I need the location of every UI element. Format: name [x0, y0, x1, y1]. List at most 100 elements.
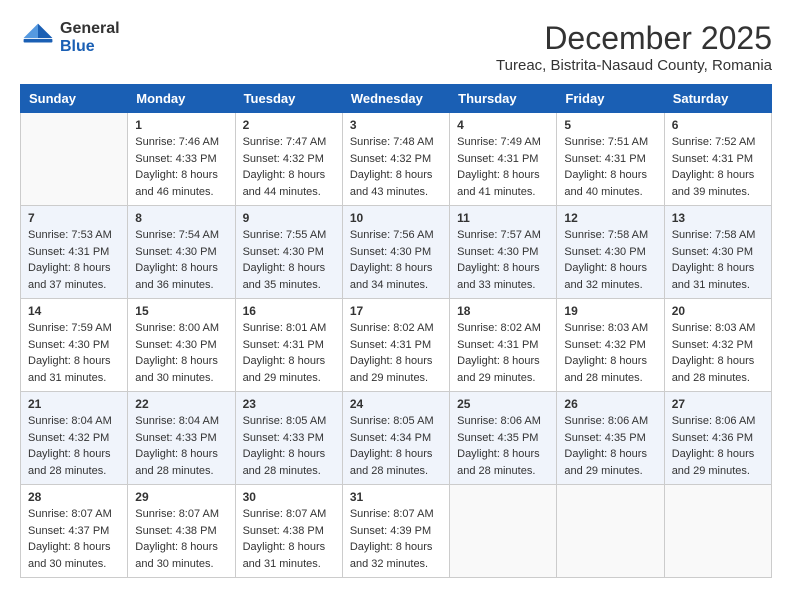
sunrise-text: Sunrise: 7:47 AM [243, 134, 335, 151]
sunrise-text: Sunrise: 8:07 AM [243, 506, 335, 523]
calendar-cell: 11 Sunrise: 7:57 AM Sunset: 4:30 PM Dayl… [450, 206, 557, 299]
daylight-text: Daylight: 8 hours and 41 minutes. [457, 167, 549, 200]
daylight-text: Daylight: 8 hours and 40 minutes. [564, 167, 656, 200]
day-number: 24 [350, 397, 442, 411]
calendar-cell: 9 Sunrise: 7:55 AM Sunset: 4:30 PM Dayli… [235, 206, 342, 299]
day-number: 28 [28, 490, 120, 504]
day-number: 25 [457, 397, 549, 411]
calendar-cell: 8 Sunrise: 7:54 AM Sunset: 4:30 PM Dayli… [128, 206, 235, 299]
sunset-text: Sunset: 4:35 PM [564, 430, 656, 447]
sunset-text: Sunset: 4:30 PM [457, 244, 549, 261]
day-info: Sunrise: 7:46 AM Sunset: 4:33 PM Dayligh… [135, 134, 227, 200]
daylight-text: Daylight: 8 hours and 28 minutes. [672, 353, 764, 386]
sunset-text: Sunset: 4:38 PM [135, 523, 227, 540]
daylight-text: Daylight: 8 hours and 31 minutes. [672, 260, 764, 293]
sunset-text: Sunset: 4:32 PM [672, 337, 764, 354]
calendar-week-row: 14 Sunrise: 7:59 AM Sunset: 4:30 PM Dayl… [21, 299, 772, 392]
sunrise-text: Sunrise: 7:56 AM [350, 227, 442, 244]
calendar-cell: 24 Sunrise: 8:05 AM Sunset: 4:34 PM Dayl… [342, 392, 449, 485]
day-info: Sunrise: 8:00 AM Sunset: 4:30 PM Dayligh… [135, 320, 227, 386]
sunset-text: Sunset: 4:38 PM [243, 523, 335, 540]
calendar-table: SundayMondayTuesdayWednesdayThursdayFrid… [20, 84, 772, 578]
sunset-text: Sunset: 4:30 PM [135, 337, 227, 354]
daylight-text: Daylight: 8 hours and 30 minutes. [135, 539, 227, 572]
day-number: 11 [457, 211, 549, 225]
sunrise-text: Sunrise: 7:54 AM [135, 227, 227, 244]
calendar-cell: 17 Sunrise: 8:02 AM Sunset: 4:31 PM Dayl… [342, 299, 449, 392]
day-info: Sunrise: 8:03 AM Sunset: 4:32 PM Dayligh… [564, 320, 656, 386]
daylight-text: Daylight: 8 hours and 28 minutes. [243, 446, 335, 479]
sunrise-text: Sunrise: 8:06 AM [564, 413, 656, 430]
sunrise-text: Sunrise: 8:03 AM [672, 320, 764, 337]
day-info: Sunrise: 7:58 AM Sunset: 4:30 PM Dayligh… [564, 227, 656, 293]
calendar-cell: 28 Sunrise: 8:07 AM Sunset: 4:37 PM Dayl… [21, 485, 128, 578]
day-number: 26 [564, 397, 656, 411]
weekday-header: Tuesday [235, 85, 342, 113]
calendar-cell [664, 485, 771, 578]
sunrise-text: Sunrise: 7:58 AM [564, 227, 656, 244]
calendar-week-row: 28 Sunrise: 8:07 AM Sunset: 4:37 PM Dayl… [21, 485, 772, 578]
daylight-text: Daylight: 8 hours and 30 minutes. [28, 539, 120, 572]
weekday-header: Wednesday [342, 85, 449, 113]
day-number: 31 [350, 490, 442, 504]
sunset-text: Sunset: 4:34 PM [350, 430, 442, 447]
weekday-header: Saturday [664, 85, 771, 113]
day-number: 3 [350, 118, 442, 132]
day-info: Sunrise: 8:07 AM Sunset: 4:37 PM Dayligh… [28, 506, 120, 572]
sunset-text: Sunset: 4:31 PM [350, 337, 442, 354]
calendar-cell: 21 Sunrise: 8:04 AM Sunset: 4:32 PM Dayl… [21, 392, 128, 485]
day-number: 15 [135, 304, 227, 318]
day-info: Sunrise: 7:51 AM Sunset: 4:31 PM Dayligh… [564, 134, 656, 200]
logo: General Blue [20, 20, 120, 56]
daylight-text: Daylight: 8 hours and 34 minutes. [350, 260, 442, 293]
sunset-text: Sunset: 4:32 PM [564, 337, 656, 354]
sunset-text: Sunset: 4:30 PM [350, 244, 442, 261]
daylight-text: Daylight: 8 hours and 28 minutes. [135, 446, 227, 479]
sunrise-text: Sunrise: 7:58 AM [672, 227, 764, 244]
sunset-text: Sunset: 4:36 PM [672, 430, 764, 447]
daylight-text: Daylight: 8 hours and 39 minutes. [672, 167, 764, 200]
daylight-text: Daylight: 8 hours and 29 minutes. [564, 446, 656, 479]
daylight-text: Daylight: 8 hours and 33 minutes. [457, 260, 549, 293]
weekday-header-row: SundayMondayTuesdayWednesdayThursdayFrid… [21, 85, 772, 113]
daylight-text: Daylight: 8 hours and 30 minutes. [135, 353, 227, 386]
sunrise-text: Sunrise: 7:55 AM [243, 227, 335, 244]
sunrise-text: Sunrise: 8:07 AM [28, 506, 120, 523]
calendar-week-row: 7 Sunrise: 7:53 AM Sunset: 4:31 PM Dayli… [21, 206, 772, 299]
day-info: Sunrise: 7:49 AM Sunset: 4:31 PM Dayligh… [457, 134, 549, 200]
calendar-cell: 6 Sunrise: 7:52 AM Sunset: 4:31 PM Dayli… [664, 113, 771, 206]
day-number: 4 [457, 118, 549, 132]
day-number: 23 [243, 397, 335, 411]
day-number: 27 [672, 397, 764, 411]
sunrise-text: Sunrise: 8:07 AM [350, 506, 442, 523]
daylight-text: Daylight: 8 hours and 43 minutes. [350, 167, 442, 200]
day-info: Sunrise: 8:06 AM Sunset: 4:36 PM Dayligh… [672, 413, 764, 479]
daylight-text: Daylight: 8 hours and 46 minutes. [135, 167, 227, 200]
day-info: Sunrise: 8:02 AM Sunset: 4:31 PM Dayligh… [457, 320, 549, 386]
daylight-text: Daylight: 8 hours and 44 minutes. [243, 167, 335, 200]
calendar-cell [450, 485, 557, 578]
day-number: 8 [135, 211, 227, 225]
calendar-cell: 4 Sunrise: 7:49 AM Sunset: 4:31 PM Dayli… [450, 113, 557, 206]
calendar-cell: 15 Sunrise: 8:00 AM Sunset: 4:30 PM Dayl… [128, 299, 235, 392]
day-number: 6 [672, 118, 764, 132]
day-info: Sunrise: 8:07 AM Sunset: 4:38 PM Dayligh… [243, 506, 335, 572]
calendar-week-row: 1 Sunrise: 7:46 AM Sunset: 4:33 PM Dayli… [21, 113, 772, 206]
calendar-cell [21, 113, 128, 206]
calendar-cell: 30 Sunrise: 8:07 AM Sunset: 4:38 PM Dayl… [235, 485, 342, 578]
day-number: 2 [243, 118, 335, 132]
daylight-text: Daylight: 8 hours and 31 minutes. [28, 353, 120, 386]
calendar-cell: 26 Sunrise: 8:06 AM Sunset: 4:35 PM Dayl… [557, 392, 664, 485]
day-info: Sunrise: 8:01 AM Sunset: 4:31 PM Dayligh… [243, 320, 335, 386]
weekday-header: Friday [557, 85, 664, 113]
page-header: General Blue December 2025 Tureac, Bistr… [20, 20, 772, 74]
calendar-cell [557, 485, 664, 578]
day-number: 1 [135, 118, 227, 132]
calendar-cell: 5 Sunrise: 7:51 AM Sunset: 4:31 PM Dayli… [557, 113, 664, 206]
day-number: 19 [564, 304, 656, 318]
day-info: Sunrise: 7:54 AM Sunset: 4:30 PM Dayligh… [135, 227, 227, 293]
sunset-text: Sunset: 4:30 PM [672, 244, 764, 261]
day-number: 14 [28, 304, 120, 318]
title-block: December 2025 Tureac, Bistrita-Nasaud Co… [496, 20, 772, 74]
calendar-cell: 14 Sunrise: 7:59 AM Sunset: 4:30 PM Dayl… [21, 299, 128, 392]
